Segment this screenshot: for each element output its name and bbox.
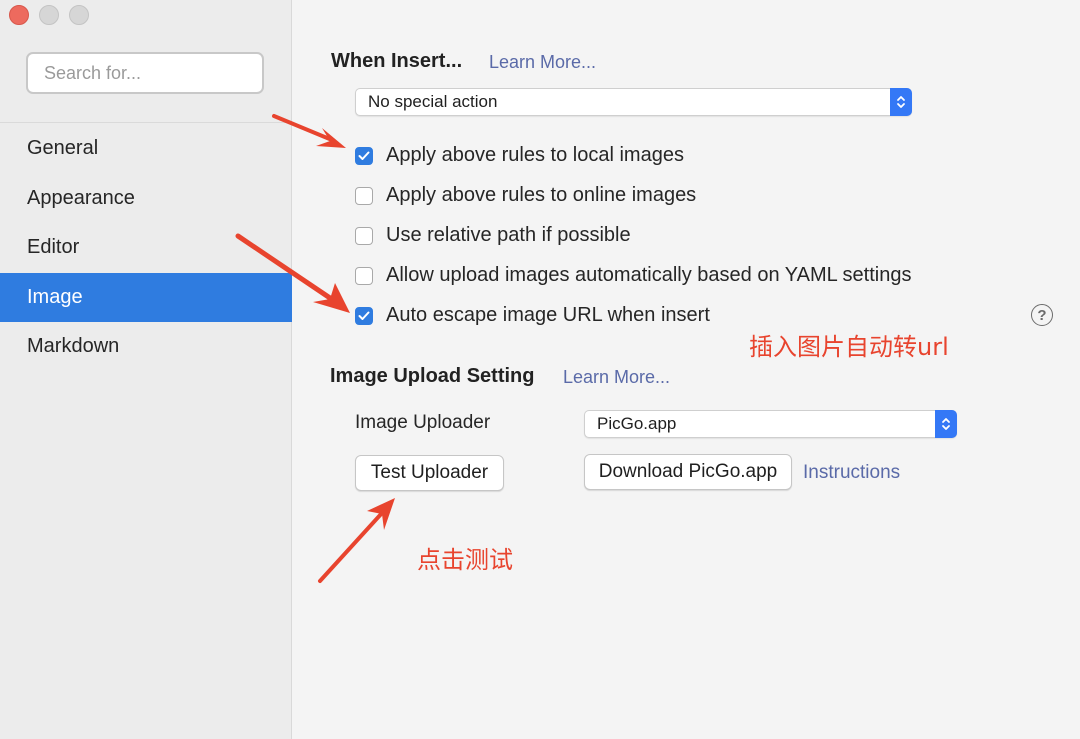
upload-learn-more-link[interactable]: Learn More... — [563, 367, 670, 388]
annotation-click-test: 点击测试 — [417, 546, 513, 574]
option-yaml-upload[interactable]: Allow upload images automatically based … — [355, 264, 911, 287]
zoom-window-button[interactable] — [69, 5, 89, 25]
option-label: Apply above rules to online images — [386, 184, 697, 206]
sidebar-item-general[interactable]: General — [0, 124, 292, 174]
sidebar-item-editor[interactable]: Editor — [0, 223, 292, 273]
select-stepper-icon — [890, 88, 912, 116]
minimize-window-button[interactable] — [39, 5, 59, 25]
annotation-auto-escape: 插入图片自动转url — [749, 333, 949, 361]
insert-action-select[interactable]: No special action — [355, 88, 912, 116]
sidebar-item-label: General — [27, 137, 99, 160]
sidebar-item-appearance[interactable]: Appearance — [0, 174, 292, 224]
option-label: Auto escape image URL when insert — [386, 304, 710, 326]
window-controls — [9, 5, 89, 25]
main-panel: When Insert... Learn More... No special … — [293, 0, 1080, 739]
option-label: Allow upload images automatically based … — [386, 264, 912, 286]
sidebar-item-markdown[interactable]: Markdown — [0, 322, 292, 372]
checkbox-unchecked-icon[interactable] — [355, 266, 373, 285]
sidebar: General Appearance Editor Image Markdown — [0, 0, 292, 739]
checkbox-unchecked-icon[interactable] — [355, 226, 373, 245]
insert-action-value: No special action — [368, 92, 498, 111]
download-picgo-button[interactable]: Download PicGo.app — [584, 454, 792, 490]
help-icon[interactable]: ? — [1031, 304, 1053, 326]
checkbox-checked-icon[interactable] — [355, 306, 373, 325]
option-local-images[interactable]: Apply above rules to local images — [355, 144, 684, 167]
select-stepper-icon — [935, 410, 957, 438]
when-insert-learn-more-link[interactable]: Learn More... — [489, 52, 596, 73]
sidebar-nav: General Appearance Editor Image Markdown — [0, 124, 292, 372]
button-label: Download PicGo.app — [598, 461, 778, 482]
image-uploader-value: PicGo.app — [597, 414, 677, 433]
option-label: Use relative path if possible — [386, 224, 631, 246]
test-uploader-button[interactable]: Test Uploader — [355, 455, 504, 491]
image-uploader-label: Image Uploader — [355, 412, 491, 433]
checkbox-unchecked-icon[interactable] — [355, 186, 373, 205]
button-label: Test Uploader — [370, 462, 489, 483]
help-symbol: ? — [1037, 306, 1047, 324]
when-insert-title: When Insert... — [331, 50, 463, 72]
image-uploader-select[interactable]: PicGo.app — [584, 410, 957, 438]
sidebar-item-label: Editor — [27, 236, 80, 259]
option-online-images[interactable]: Apply above rules to online images — [355, 184, 696, 207]
search-input[interactable] — [26, 52, 264, 94]
close-window-button[interactable] — [9, 5, 29, 25]
instructions-link[interactable]: Instructions — [803, 462, 900, 484]
image-upload-setting-title: Image Upload Setting — [330, 365, 535, 387]
sidebar-divider — [0, 122, 292, 123]
option-auto-escape-url[interactable]: Auto escape image URL when insert — [355, 304, 710, 327]
option-label: Apply above rules to local images — [386, 144, 684, 166]
checkbox-checked-icon[interactable] — [355, 146, 373, 165]
sidebar-item-label: Appearance — [27, 186, 135, 209]
sidebar-item-image[interactable]: Image — [0, 272, 292, 322]
option-relative-path[interactable]: Use relative path if possible — [355, 224, 631, 247]
sidebar-item-label: Markdown — [27, 335, 120, 358]
sidebar-item-label: Image — [27, 285, 83, 308]
